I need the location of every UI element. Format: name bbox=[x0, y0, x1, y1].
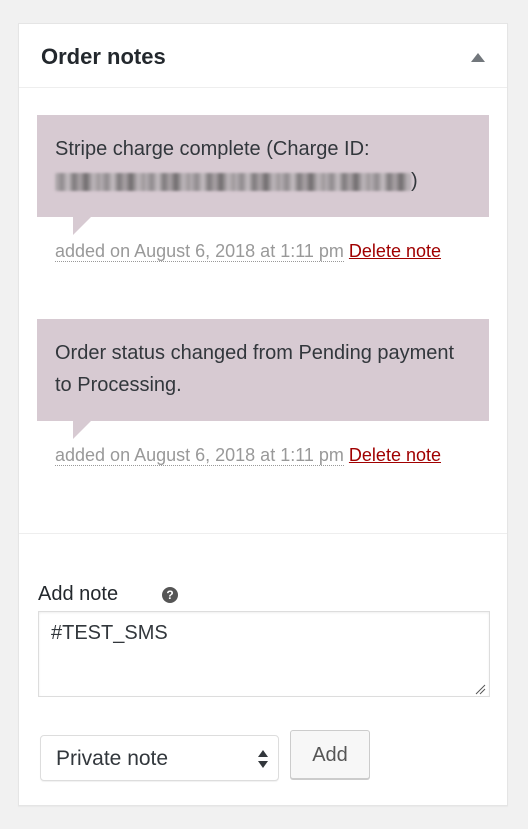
note-meta: added on August 6, 2018 at 1:11 pm Delet… bbox=[37, 441, 489, 469]
add-note-button[interactable]: Add bbox=[290, 730, 370, 779]
panel-title: Order notes bbox=[41, 44, 166, 69]
note-item: Stripe charge complete (Charge ID:) adde… bbox=[37, 115, 489, 265]
triangle-up-icon[interactable] bbox=[471, 53, 485, 62]
order-notes-panel: Order notes Stripe charge complete (Char… bbox=[18, 23, 508, 806]
note-content-text: Stripe charge complete (Charge ID: bbox=[55, 138, 370, 160]
note-content: Order status changed from Pending paymen… bbox=[37, 319, 489, 439]
note-item: Order status changed from Pending paymen… bbox=[37, 319, 489, 469]
note-meta: added on August 6, 2018 at 1:11 pm Delet… bbox=[37, 237, 489, 265]
note-date: added on August 6, 2018 at 1:11 pm bbox=[55, 241, 344, 262]
note-content: Stripe charge complete (Charge ID:) bbox=[37, 115, 489, 235]
delete-note-link[interactable]: Delete note bbox=[349, 241, 441, 261]
delete-note-link[interactable]: Delete note bbox=[349, 445, 441, 465]
panel-header[interactable]: Order notes bbox=[19, 24, 507, 88]
note-date: added on August 6, 2018 at 1:11 pm bbox=[55, 445, 344, 466]
select-arrows-icon bbox=[258, 750, 268, 768]
redacted-charge-id bbox=[55, 172, 411, 191]
note-type-selected: Private note bbox=[56, 747, 169, 770]
note-content-suffix: ) bbox=[411, 170, 418, 192]
add-note-label: Add note bbox=[38, 583, 119, 605]
section-divider bbox=[19, 533, 507, 534]
note-type-select[interactable]: Private note bbox=[40, 735, 279, 781]
help-icon[interactable]: ? bbox=[162, 587, 178, 603]
add-note-textarea[interactable]: #TEST_SMS bbox=[38, 611, 490, 697]
